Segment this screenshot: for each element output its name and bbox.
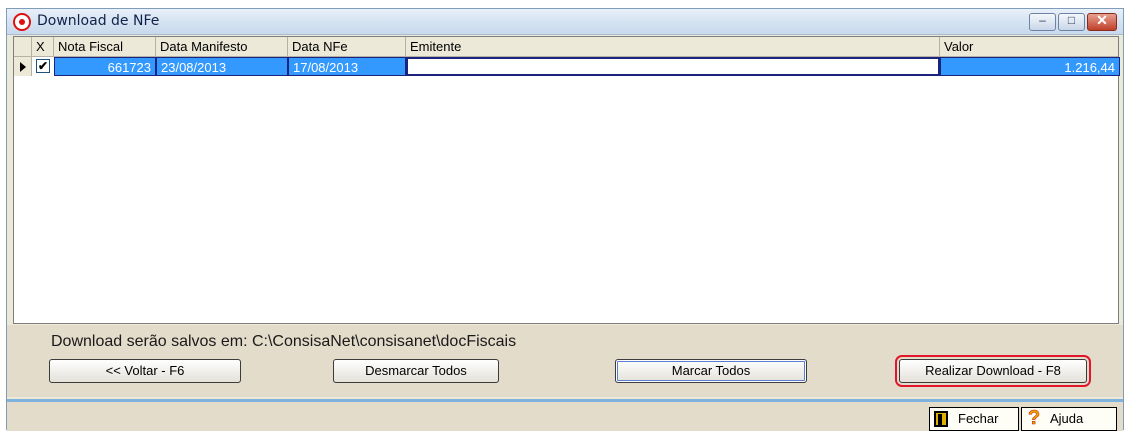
minimize-icon: ‒ — [1039, 13, 1046, 27]
maximize-icon: □ — [1067, 13, 1076, 27]
column-header-check[interactable]: X — [32, 37, 54, 57]
realizar-download-button[interactable]: Realizar Download - F8 — [895, 355, 1091, 387]
close-button[interactable]: ✕ — [1087, 12, 1117, 31]
column-header-data-manifesto[interactable]: Data Manifesto — [156, 37, 288, 57]
close-icon: ✕ — [1096, 12, 1108, 28]
column-header-valor[interactable]: Valor — [940, 37, 1120, 57]
save-path-label: Download serão salvos em: C:\ConsisaNet\… — [51, 333, 517, 350]
row-checkbox[interactable]: ✔ — [36, 59, 50, 73]
desmarcar-todos-button[interactable]: Desmarcar Todos — [333, 359, 499, 383]
window-title: Download de NFe — [37, 13, 160, 29]
header-indicator — [14, 37, 32, 57]
maximize-button[interactable]: □ — [1058, 13, 1085, 31]
grid-header: X Nota Fiscal Data Manifesto Data NFe Em… — [14, 37, 1118, 57]
ajuda-button[interactable]: ? Ajuda — [1021, 407, 1117, 431]
cell-valor[interactable]: 1.216,44 — [940, 57, 1120, 76]
cell-data-manifesto[interactable]: 23/08/2013 — [156, 57, 288, 76]
app-record-icon — [13, 13, 31, 31]
column-header-data-nfe[interactable]: Data NFe — [288, 37, 406, 57]
marcar-todos-button[interactable]: Marcar Todos — [615, 359, 807, 383]
cell-emitente[interactable] — [406, 57, 940, 76]
ajuda-label: Ajuda — [1050, 411, 1084, 426]
column-header-nota-fiscal[interactable]: Nota Fiscal — [54, 37, 156, 57]
window-controls: ‒ □ ✕ — [1029, 12, 1117, 31]
status-bar: Fechar ? Ajuda — [7, 399, 1123, 431]
fechar-label: Fechar — [958, 411, 999, 426]
help-question-icon: ? — [1028, 407, 1041, 430]
cell-data-nfe[interactable]: 17/08/2013 — [288, 57, 406, 76]
nfe-grid[interactable]: X Nota Fiscal Data Manifesto Data NFe Em… — [13, 36, 1120, 324]
minimize-button[interactable]: ‒ — [1029, 13, 1056, 31]
download-nfe-window: Download de NFe ‒ □ ✕ X Nota Fiscal Data… — [6, 8, 1124, 431]
fechar-button[interactable]: Fechar — [929, 407, 1019, 431]
voltar-button[interactable]: << Voltar - F6 — [49, 359, 241, 383]
title-bar: Download de NFe ‒ □ ✕ — [7, 9, 1123, 35]
exit-door-icon — [934, 411, 948, 427]
row-pointer-icon — [14, 57, 32, 76]
column-header-emitente[interactable]: Emitente — [406, 37, 940, 57]
cell-nota-fiscal[interactable]: 661723 — [54, 57, 156, 76]
action-panel: Download serão salvos em: C:\ConsisaNet\… — [7, 325, 1123, 397]
table-row[interactable]: ✔ 661723 23/08/2013 17/08/2013 1.216,44 — [14, 57, 1120, 76]
